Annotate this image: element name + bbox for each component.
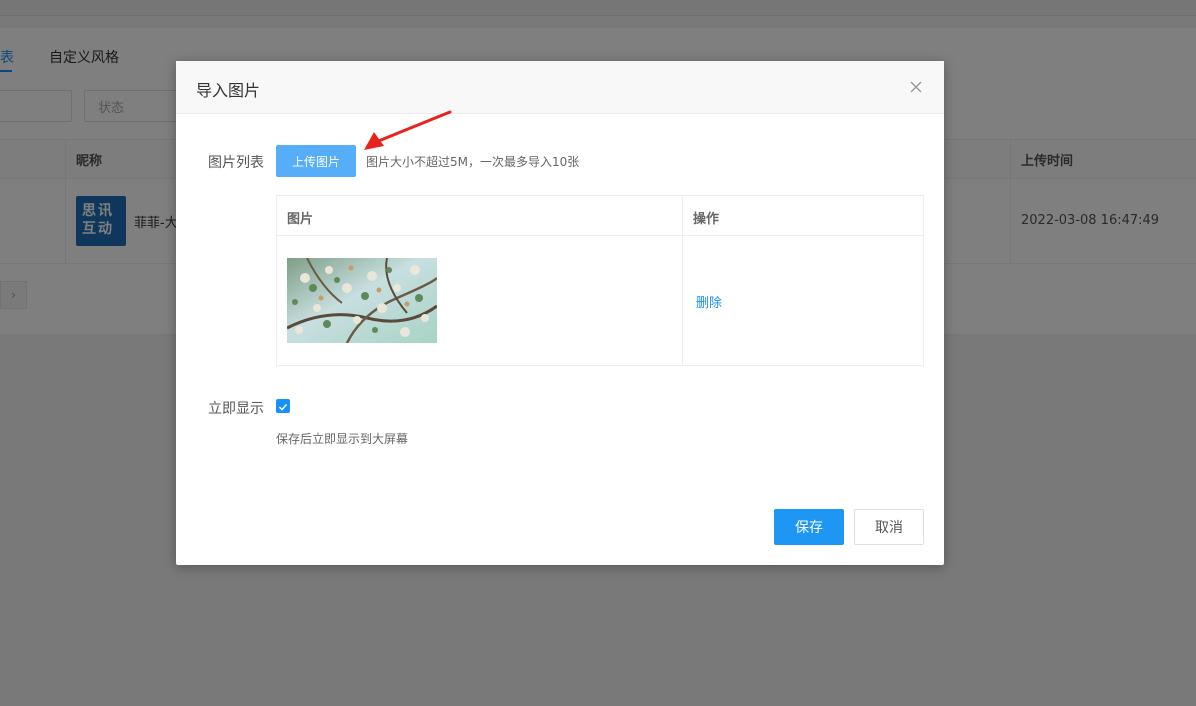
import-image-dialog: 导入图片 图片列表 上传图片 图片大小不超过5M，一次最多导入10张 图片 操作 (176, 61, 944, 565)
cancel-button[interactable]: 取消 (854, 509, 924, 545)
column-header-image: 图片 (287, 212, 314, 227)
red-arrow-icon (364, 110, 452, 150)
save-button[interactable]: 保存 (774, 509, 844, 545)
image-table-header: 图片 操作 (277, 196, 923, 236)
show-now-label: 立即显示 (208, 401, 264, 417)
column-divider (682, 196, 683, 365)
column-header-action: 操作 (693, 212, 720, 227)
show-now-help: 保存后立即显示到大屏幕 (276, 432, 409, 446)
image-table: 图片 操作 删除 (276, 195, 924, 366)
image-list-label: 图片列表 (208, 155, 264, 171)
delete-link[interactable]: 删除 (696, 292, 722, 311)
dialog-title: 导入图片 (196, 81, 261, 100)
close-icon[interactable] (906, 77, 926, 97)
upload-image-button[interactable]: 上传图片 (276, 145, 356, 177)
check-icon (278, 403, 288, 411)
show-now-checkbox[interactable] (276, 399, 290, 413)
dialog-header: 导入图片 (176, 61, 944, 114)
flower-thumbnail (287, 258, 437, 343)
